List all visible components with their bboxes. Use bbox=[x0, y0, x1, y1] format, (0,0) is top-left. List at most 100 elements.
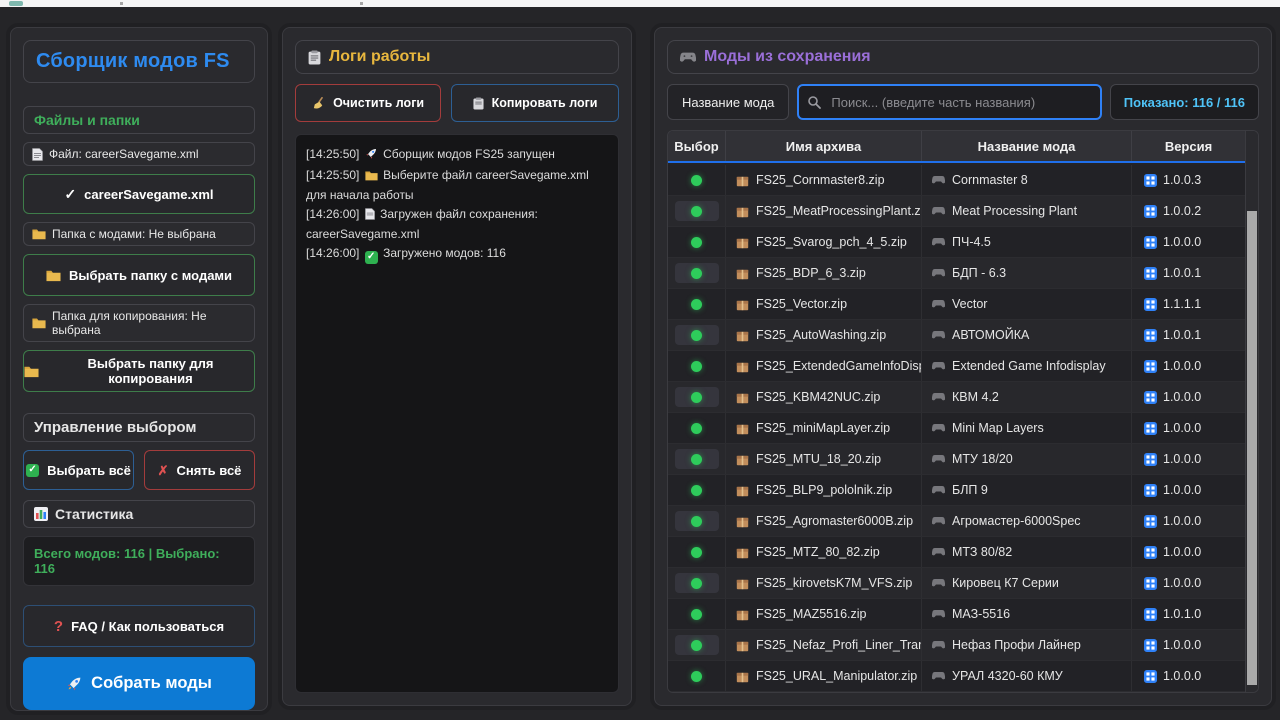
select-all-button[interactable]: ✓ Выбрать всё bbox=[23, 450, 134, 490]
table-row[interactable]: FS25_MAZ5516.zip МАЗ-5516 1.0.1.0 bbox=[668, 599, 1245, 630]
mod-title: МАЗ-5516 bbox=[952, 607, 1010, 621]
table-row[interactable]: FS25_URAL_Manipulator.zip УРАЛ 4320-60 К… bbox=[668, 661, 1245, 692]
mod-version: 1.0.0.0 bbox=[1163, 669, 1201, 683]
choose-copy-folder-button[interactable]: Выбрать папку для копирования bbox=[23, 350, 255, 392]
mod-archive-name: FS25_Svarog_pch_4_5.zip bbox=[756, 235, 907, 249]
table-row[interactable]: FS25_MTZ_80_82.zip МТЗ 80/82 1.0.0.0 bbox=[668, 537, 1245, 568]
table-scrollbar[interactable] bbox=[1245, 131, 1258, 692]
selected-indicator[interactable] bbox=[691, 671, 702, 682]
table-row[interactable]: FS25_MTU_18_20.zip МТУ 18/20 1.0.0.0 bbox=[668, 444, 1245, 475]
table-row[interactable]: FS25_Vector.zip Vector 1.1.1.1 bbox=[668, 289, 1245, 320]
copy-logs-button[interactable]: Копировать логи bbox=[451, 84, 619, 122]
mod-archive-name: FS25_AutoWashing.zip bbox=[756, 328, 886, 342]
faq-button[interactable]: ? FAQ / Как пользоваться bbox=[23, 605, 255, 647]
filter-field-selector[interactable]: Название мода bbox=[667, 84, 789, 120]
version-icon bbox=[1144, 577, 1157, 590]
savegame-file-button[interactable]: ✓ careerSavegame.xml bbox=[23, 174, 255, 214]
gamepad-icon bbox=[680, 51, 696, 64]
mod-title: Vector bbox=[952, 297, 987, 311]
mod-version: 1.0.0.0 bbox=[1163, 421, 1201, 435]
x-icon: ✗ bbox=[158, 464, 169, 477]
column-header-archive[interactable]: Имя архива bbox=[726, 131, 922, 161]
table-row[interactable]: FS25_Svarog_pch_4_5.zip ПЧ-4.5 1.0.0.0 bbox=[668, 227, 1245, 258]
table-row[interactable]: FS25_AutoWashing.zip АВТОМОЙКА 1.0.0.1 bbox=[668, 320, 1245, 351]
gamepad-icon bbox=[932, 206, 945, 216]
table-row[interactable]: FS25_kirovetsK7M_VFS.zip Кировец К7 Сери… bbox=[668, 568, 1245, 599]
column-header-name[interactable]: Название мода bbox=[922, 131, 1132, 161]
log-entry: [14:25:50] Сборщик модов FS25 запущен bbox=[306, 145, 608, 165]
mod-title: КВМ 4.2 bbox=[952, 390, 999, 404]
folder-icon bbox=[32, 317, 46, 329]
logs-header: Логи работы bbox=[295, 40, 619, 74]
selected-indicator[interactable] bbox=[691, 516, 702, 527]
browser-tab-strip bbox=[0, 0, 1280, 7]
clear-logs-button[interactable]: Очистить логи bbox=[295, 84, 441, 122]
gamepad-icon bbox=[932, 640, 945, 650]
table-row[interactable]: FS25_Cornmaster8.zip Cornmaster 8 1.0.0.… bbox=[668, 165, 1245, 196]
mod-archive-name: FS25_MTZ_80_82.zip bbox=[756, 545, 880, 559]
package-icon bbox=[736, 236, 749, 249]
search-icon bbox=[807, 95, 821, 109]
selected-indicator[interactable] bbox=[691, 454, 702, 465]
mod-title: Meat Processing Plant bbox=[952, 204, 1077, 218]
version-icon bbox=[1144, 236, 1157, 249]
table-row[interactable]: FS25_MeatProcessingPlant.zip Meat Proces… bbox=[668, 196, 1245, 227]
mods-panel: Моды из сохранения Название мода Показан… bbox=[654, 27, 1272, 706]
table-row[interactable]: FS25_KBM42NUC.zip КВМ 4.2 1.0.0.0 bbox=[668, 382, 1245, 413]
mod-title: Кировец К7 Серии bbox=[952, 576, 1059, 590]
app-title-box: Сборщик модов FS bbox=[23, 40, 255, 83]
deselect-all-button[interactable]: ✗ Снять всё bbox=[144, 450, 255, 490]
table-row[interactable]: FS25_Agromaster6000B.zip Агромастер-6000… bbox=[668, 506, 1245, 537]
column-header-select[interactable]: Выбор bbox=[668, 131, 726, 161]
selected-indicator[interactable] bbox=[691, 299, 702, 310]
package-icon bbox=[736, 298, 749, 311]
log-output[interactable]: [14:25:50] Сборщик модов FS25 запущен [1… bbox=[295, 134, 619, 693]
search-input[interactable] bbox=[797, 84, 1101, 120]
clipboard-icon bbox=[308, 50, 321, 65]
selection-section-header: Управление выбором bbox=[23, 413, 255, 442]
table-row[interactable]: FS25_BLP9_pololnik.zip БЛП 9 1.0.0.0 bbox=[668, 475, 1245, 506]
mod-archive-name: FS25_MAZ5516.zip bbox=[756, 607, 866, 621]
mod-version: 1.0.0.0 bbox=[1163, 235, 1201, 249]
gamepad-icon bbox=[932, 361, 945, 371]
selected-indicator[interactable] bbox=[691, 578, 702, 589]
selected-indicator[interactable] bbox=[691, 640, 702, 651]
version-icon bbox=[1144, 639, 1157, 652]
column-header-version[interactable]: Версия bbox=[1132, 131, 1245, 161]
mod-version: 1.0.0.0 bbox=[1163, 638, 1201, 652]
folder-icon bbox=[365, 168, 378, 186]
selected-indicator[interactable] bbox=[691, 485, 702, 496]
package-icon bbox=[736, 360, 749, 373]
stats-summary: Всего модов: 116 | Выбрано: 116 bbox=[23, 536, 255, 586]
selected-indicator[interactable] bbox=[691, 547, 702, 558]
scrollbar-thumb[interactable] bbox=[1247, 211, 1257, 685]
choose-mods-folder-button[interactable]: Выбрать папку с модами bbox=[23, 254, 255, 296]
selected-indicator[interactable] bbox=[691, 237, 702, 248]
copy-folder-label: Папка для копирования: Не выбрана bbox=[23, 304, 255, 342]
table-row[interactable]: FS25_BDP_6_3.zip БДП - 6.3 1.0.0.1 bbox=[668, 258, 1245, 289]
table-row[interactable]: FS25_miniMapLayer.zip Mini Map Layers 1.… bbox=[668, 413, 1245, 444]
table-row[interactable]: FS25_ExtendedGameInfoDisplay.zip Extende… bbox=[668, 351, 1245, 382]
table-row[interactable]: FS25_Nefaz_Profi_Liner_Trans.zip Нефаз П… bbox=[668, 630, 1245, 661]
chart-icon bbox=[34, 507, 48, 521]
selected-indicator[interactable] bbox=[691, 268, 702, 279]
mod-archive-name: FS25_kirovetsK7M_VFS.zip bbox=[756, 576, 912, 590]
mod-version: 1.0.0.0 bbox=[1163, 390, 1201, 404]
tab-mark bbox=[360, 2, 363, 5]
tab-mark bbox=[120, 2, 123, 5]
selected-indicator[interactable] bbox=[691, 392, 702, 403]
selected-indicator[interactable] bbox=[691, 423, 702, 434]
selected-indicator[interactable] bbox=[691, 609, 702, 620]
version-icon bbox=[1144, 422, 1157, 435]
document-icon bbox=[32, 148, 43, 161]
mod-title: ПЧ-4.5 bbox=[952, 235, 991, 249]
build-mods-button[interactable]: Собрать моды bbox=[23, 657, 255, 710]
selected-indicator[interactable] bbox=[691, 361, 702, 372]
package-icon bbox=[736, 267, 749, 280]
selected-indicator[interactable] bbox=[691, 175, 702, 186]
mod-title: Агромастер-6000Spec bbox=[952, 514, 1081, 528]
selected-indicator[interactable] bbox=[691, 330, 702, 341]
selected-indicator[interactable] bbox=[691, 206, 702, 217]
gamepad-icon bbox=[932, 547, 945, 557]
log-entry: [14:26:00] Загружен файл сохранения: car… bbox=[306, 205, 608, 243]
